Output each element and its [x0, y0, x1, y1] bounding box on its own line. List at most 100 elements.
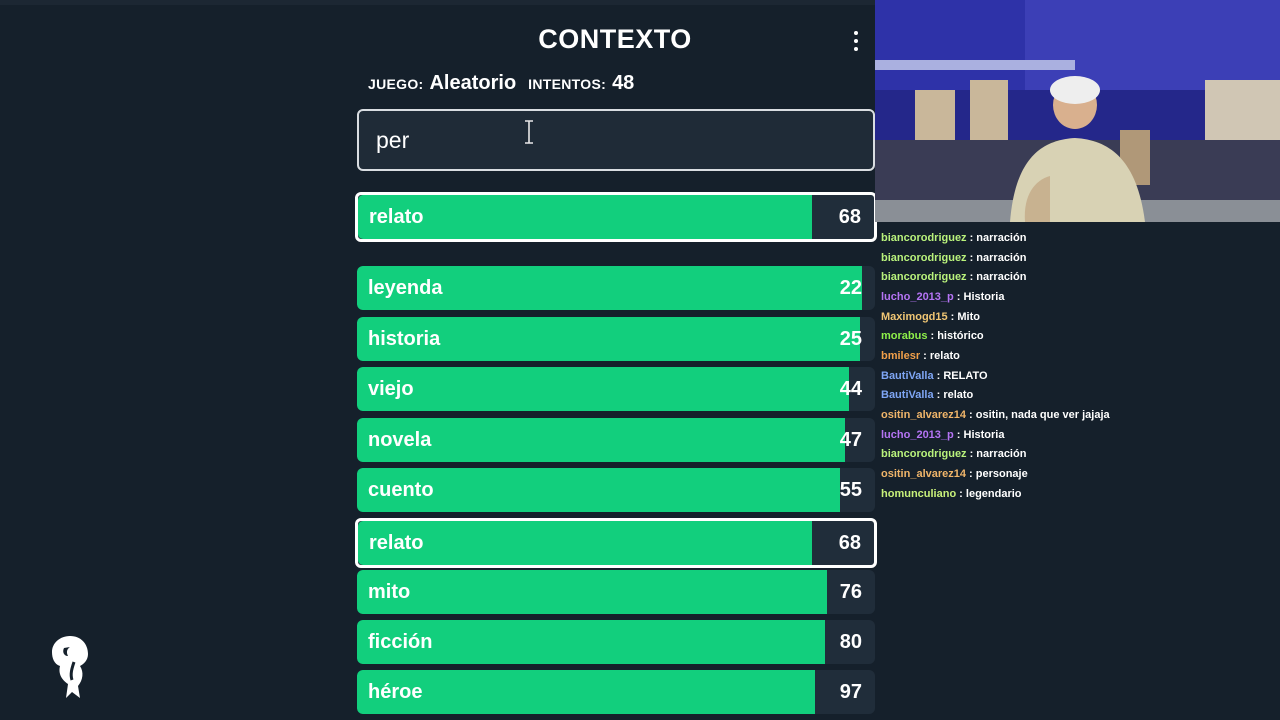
guess-row: relato 68: [355, 518, 877, 568]
guess-word: historia: [368, 327, 441, 350]
last-guess-row: relato 68: [355, 192, 877, 242]
guess-word: novela: [368, 428, 432, 451]
guess-row: novela 47: [357, 418, 875, 462]
similarity-bar: [357, 367, 850, 411]
chat-separator: :: [969, 231, 977, 244]
chat-text: Historia: [963, 290, 1005, 303]
chat-message: biancorodriguez: narración: [881, 228, 1276, 248]
chat-panel: biancorodriguez: narración biancorodrigue…: [881, 228, 1276, 504]
game-info: JUEGO: Aleatorio INTENTOS: 48: [368, 72, 646, 95]
chat-text: ositin, nada que ver jajaja: [975, 409, 1110, 422]
chat-separator: :: [969, 271, 977, 284]
chat-separator: :: [969, 409, 976, 422]
guess-word: viejo: [368, 377, 414, 400]
attempts-label: INTENTOS:: [528, 76, 607, 92]
chat-username[interactable]: BautiValla: [881, 370, 934, 382]
guess-row: historia 25: [357, 317, 875, 361]
chat-message: ositin_alvarez14: ositin, nada que ver j…: [881, 405, 1276, 425]
chat-text: histórico: [937, 330, 984, 343]
chat-username[interactable]: morabus: [881, 330, 927, 342]
contexto-game: CONTEXTO JUEGO: Aleatorio INTENTOS: 48 r…: [52, 0, 880, 720]
chat-username[interactable]: Maximogd15: [881, 311, 948, 323]
chat-username[interactable]: lucho_2013_p: [881, 429, 954, 441]
guess-rank: 22: [839, 276, 862, 299]
chat-separator: :: [930, 330, 938, 343]
chat-username[interactable]: biancorodriguez: [881, 448, 967, 460]
guess-row: héroe 97: [357, 670, 875, 714]
guess-input[interactable]: [376, 126, 856, 154]
guess-row: mito 76: [357, 570, 875, 614]
chat-message: lucho_2013_p: Historia: [881, 425, 1276, 445]
chat-username[interactable]: homunculiano: [881, 488, 956, 500]
guess-word: mito: [368, 580, 411, 603]
chat-message: lucho_2013_p: Historia: [881, 287, 1276, 307]
chat-separator: :: [950, 310, 958, 323]
text-cursor-icon: [525, 120, 533, 144]
chat-username[interactable]: biancorodriguez: [881, 252, 967, 264]
similarity-bar: [357, 670, 816, 714]
chat-message: Maximogd15: Mito: [881, 307, 1276, 327]
chat-message: bmilesr: relato: [881, 346, 1276, 366]
chat-username[interactable]: ositin_alvarez14: [881, 409, 966, 421]
chat-text: legendario: [965, 487, 1022, 500]
chat-message: BautiValla: relato: [881, 386, 1276, 406]
chat-message: biancorodriguez: narración: [881, 267, 1276, 287]
chat-separator: :: [959, 487, 966, 500]
guess-rank: 76: [839, 580, 862, 603]
guess-word: cuento: [368, 478, 434, 501]
chat-text: Historia: [963, 428, 1005, 441]
guess-row: ficción 80: [357, 620, 875, 664]
guess-rank: 47: [839, 428, 862, 451]
guess-rank: 25: [839, 327, 862, 350]
guess-word: relato: [369, 531, 424, 554]
streamer-logo: [50, 634, 90, 700]
chat-separator: :: [969, 468, 976, 481]
page-title: CONTEXTO: [538, 24, 692, 54]
chat-separator: :: [923, 349, 930, 362]
search-box[interactable]: [357, 109, 875, 171]
guess-rank: 80: [839, 630, 862, 653]
more-options-icon[interactable]: [848, 28, 864, 54]
attempts-value: 48: [612, 72, 635, 94]
similarity-bar: [357, 570, 827, 614]
chat-text: personaje: [975, 468, 1028, 481]
chat-separator: :: [969, 448, 977, 461]
chat-separator: :: [936, 389, 944, 402]
guess-rank: 44: [839, 377, 862, 400]
last-guess-bar: [358, 195, 813, 239]
chat-message: morabus: histórico: [881, 326, 1276, 346]
chat-message: biancorodriguez: narración: [881, 248, 1276, 268]
chat-message: biancorodriguez: narración: [881, 445, 1276, 465]
chat-username[interactable]: bmilesr: [881, 350, 920, 362]
chat-message: ositin_alvarez14: personaje: [881, 464, 1276, 484]
guess-rank: 97: [839, 680, 862, 703]
guess-word: leyenda: [368, 276, 443, 299]
chat-text: narración: [976, 271, 1027, 284]
guess-rank: 68: [838, 531, 861, 554]
guess-word: héroe: [368, 680, 423, 703]
last-guess-word: relato: [369, 205, 424, 228]
chat-text: narración: [976, 251, 1027, 264]
chat-separator: :: [956, 290, 964, 303]
game-label: JUEGO:: [368, 76, 424, 92]
chat-text: relato: [929, 349, 960, 362]
similarity-bar: [358, 521, 813, 565]
chat-username[interactable]: biancorodriguez: [881, 271, 967, 283]
guess-rank: 55: [839, 478, 862, 501]
chat-username[interactable]: biancorodriguez: [881, 232, 967, 244]
chat-text: narración: [976, 448, 1027, 461]
chat-separator: :: [956, 428, 964, 441]
guess-row: leyenda 22: [357, 266, 875, 310]
chat-message: BautiValla: RELATO: [881, 366, 1276, 386]
chat-username[interactable]: BautiValla: [881, 389, 934, 401]
last-guess-rank: 68: [838, 205, 861, 228]
chat-username[interactable]: lucho_2013_p: [881, 291, 954, 303]
guess-row: cuento 55: [357, 468, 875, 512]
chat-separator: :: [969, 251, 977, 264]
webcam-feed: [875, 0, 1280, 222]
chat-username[interactable]: ositin_alvarez14: [881, 468, 966, 480]
chat-message: homunculiano: legendario: [881, 484, 1276, 504]
chat-text: Mito: [957, 310, 980, 323]
chat-separator: :: [936, 369, 944, 382]
chat-text: narración: [976, 231, 1027, 244]
